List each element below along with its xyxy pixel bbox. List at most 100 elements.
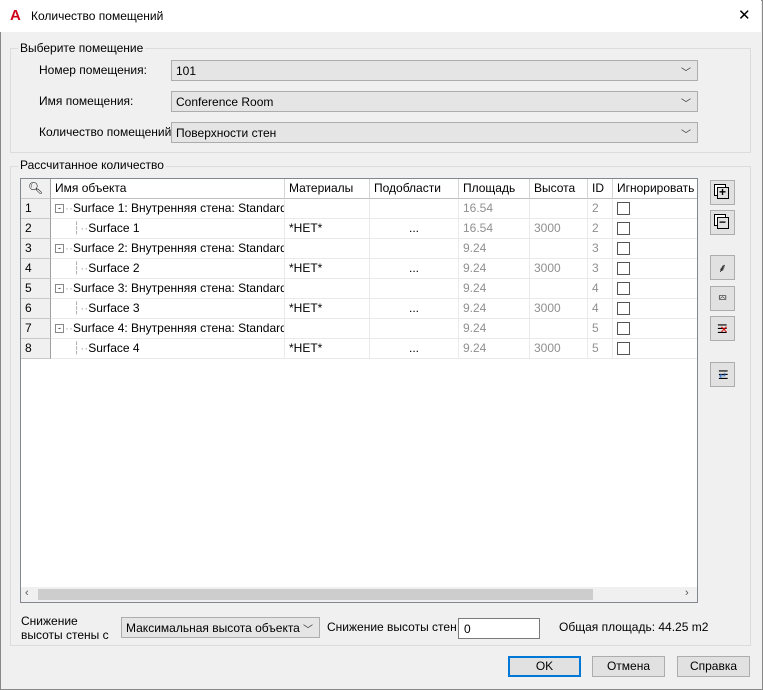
quantity-grid[interactable]: 🔍︎ Имя объекта Материалы Подобласти Площадь В…: [20, 178, 698, 603]
table-row[interactable]: 8 ┆··Surface 4 *НЕТ* ... 9.24 3000 5: [21, 339, 697, 359]
subareas-cell[interactable]: [370, 239, 459, 259]
object-name: Surface 4: Внутренняя стена: Standard: [73, 321, 285, 335]
row-number: 6: [21, 299, 51, 319]
name-cell[interactable]: - ··Surface 1: Внутренняя стена: Standard: [51, 199, 285, 219]
help-button[interactable]: Справка: [677, 656, 750, 677]
table-row[interactable]: 4 ┆··Surface 2 *НЕТ* ... 9.24 3000 3: [21, 259, 697, 279]
object-name: Surface 2: [88, 261, 140, 275]
ignore-cell: [613, 279, 697, 299]
title-bar: A Количество помещений ✕: [0, 0, 761, 32]
ignore-checkbox[interactable]: [617, 222, 630, 235]
scrollbar-thumb[interactable]: [38, 589, 593, 600]
height-cell: 3000: [530, 259, 588, 279]
table-row[interactable]: 6 ┆··Surface 3 *НЕТ* ... 9.24 3000 4: [21, 299, 697, 319]
material-cell[interactable]: [285, 199, 370, 219]
name-cell[interactable]: ┆··Surface 1: [51, 219, 285, 239]
subareas-cell[interactable]: [370, 319, 459, 339]
field-combo[interactable]: 101 ﹀: [171, 60, 698, 81]
window-title: Количество помещений: [31, 9, 164, 23]
expand-icon: +: [716, 186, 729, 199]
column-header[interactable]: Подобласти: [370, 179, 459, 199]
subareas-cell[interactable]: ...: [370, 339, 459, 359]
field-combo[interactable]: Поверхности стен ﹀: [171, 122, 698, 143]
remove-list-icon: ☰✕: [716, 321, 729, 336]
id-cell: 4: [588, 279, 613, 299]
id-cell: 3: [588, 259, 613, 279]
name-cell[interactable]: - ··Surface 4: Внутренняя стена: Standard: [51, 319, 285, 339]
collapse-node-icon[interactable]: -: [55, 204, 64, 214]
area-cell: 9.24: [459, 299, 530, 319]
ignore-checkbox[interactable]: [617, 262, 630, 275]
scroll-right-icon[interactable]: ›: [685, 587, 689, 599]
name-cell[interactable]: ┆··Surface 3: [51, 299, 285, 319]
select-room-label: Выберите помещение: [18, 41, 146, 55]
reduce-height-combo[interactable]: Максимальная высота объекта ﹀: [121, 617, 320, 638]
select-objects-button[interactable]: ⸙: [710, 255, 735, 280]
name-cell[interactable]: ┆··Surface 2: [51, 259, 285, 279]
column-header[interactable]: Имя объекта: [51, 179, 285, 199]
height-cell: 3000: [530, 219, 588, 239]
row-number: 7: [21, 319, 51, 339]
search-icon[interactable]: 🔍︎: [21, 179, 51, 199]
ignore-cell: [613, 219, 697, 239]
table-row[interactable]: 1 - ··Surface 1: Внутренняя стена: Standa…: [21, 199, 697, 219]
collapse-node-icon[interactable]: -: [55, 324, 64, 334]
material-cell[interactable]: *НЕТ*: [285, 219, 370, 239]
close-button[interactable]: ✕: [738, 6, 751, 24]
id-cell: 5: [588, 319, 613, 339]
material-cell[interactable]: [285, 279, 370, 299]
ignore-checkbox[interactable]: [617, 202, 630, 215]
calculated-label: Рассчитанное количество: [18, 158, 166, 172]
table-row[interactable]: 7 - ··Surface 4: Внутренняя стена: Standa…: [21, 319, 697, 339]
column-header[interactable]: ID: [588, 179, 613, 199]
area-cell: 9.24: [459, 319, 530, 339]
scroll-left-icon[interactable]: ‹: [25, 587, 29, 599]
ignore-cell: [613, 239, 697, 259]
name-cell[interactable]: - ··Surface 2: Внутренняя стена: Standard: [51, 239, 285, 259]
wall-reduce-input[interactable]: 0: [458, 618, 540, 639]
add-objects-button[interactable]: ⮹: [710, 286, 735, 311]
ok-button[interactable]: OK: [508, 656, 581, 677]
insert-rows-button[interactable]: ☰↵: [710, 362, 735, 387]
area-cell: 16.54: [459, 219, 530, 239]
material-cell[interactable]: *НЕТ*: [285, 299, 370, 319]
wall-reduce-label: Снижение высоты стен: [327, 620, 457, 634]
ignore-checkbox[interactable]: [617, 242, 630, 255]
subareas-cell[interactable]: [370, 279, 459, 299]
row-number: 8: [21, 339, 51, 359]
collapse-node-icon[interactable]: -: [55, 284, 64, 294]
name-cell[interactable]: ┆··Surface 4: [51, 339, 285, 359]
name-cell[interactable]: - ··Surface 3: Внутренняя стена: Standard: [51, 279, 285, 299]
ignore-checkbox[interactable]: [617, 302, 630, 315]
ignore-checkbox[interactable]: [617, 282, 630, 295]
remove-objects-button[interactable]: ☰✕: [710, 316, 735, 341]
column-header[interactable]: Площадь: [459, 179, 530, 199]
table-row[interactable]: 3 - ··Surface 2: Внутренняя стена: Standa…: [21, 239, 697, 259]
material-cell[interactable]: [285, 319, 370, 339]
collapse-node-icon[interactable]: -: [55, 244, 64, 254]
column-header[interactable]: Высота: [530, 179, 588, 199]
subareas-cell[interactable]: ...: [370, 259, 459, 279]
object-name: Surface 2: Внутренняя стена: Standard: [73, 241, 285, 255]
expand-all-button[interactable]: +: [710, 180, 735, 205]
subareas-cell[interactable]: ...: [370, 219, 459, 239]
material-cell[interactable]: *НЕТ*: [285, 259, 370, 279]
table-row[interactable]: 5 - ··Surface 3: Внутренняя стена: Standa…: [21, 279, 697, 299]
material-cell[interactable]: *НЕТ*: [285, 339, 370, 359]
column-header[interactable]: Материалы: [285, 179, 370, 199]
ignore-checkbox[interactable]: [617, 322, 630, 335]
row-number: 2: [21, 219, 51, 239]
collapse-all-button[interactable]: −: [710, 210, 735, 235]
material-cell[interactable]: [285, 239, 370, 259]
subareas-cell[interactable]: [370, 199, 459, 219]
object-name: Surface 3: [88, 301, 140, 315]
id-cell: 4: [588, 299, 613, 319]
column-header[interactable]: Игнорировать: [613, 179, 697, 199]
subareas-cell[interactable]: ...: [370, 299, 459, 319]
horizontal-scrollbar[interactable]: ‹ ›: [21, 587, 697, 602]
cancel-button[interactable]: Отмена: [592, 656, 665, 677]
ignore-checkbox[interactable]: [617, 342, 630, 355]
table-row[interactable]: 2 ┆··Surface 1 *НЕТ* ... 16.54 3000 2: [21, 219, 697, 239]
chevron-down-icon: ﹀: [681, 130, 691, 141]
field-combo[interactable]: Conference Room ﹀: [171, 91, 698, 112]
